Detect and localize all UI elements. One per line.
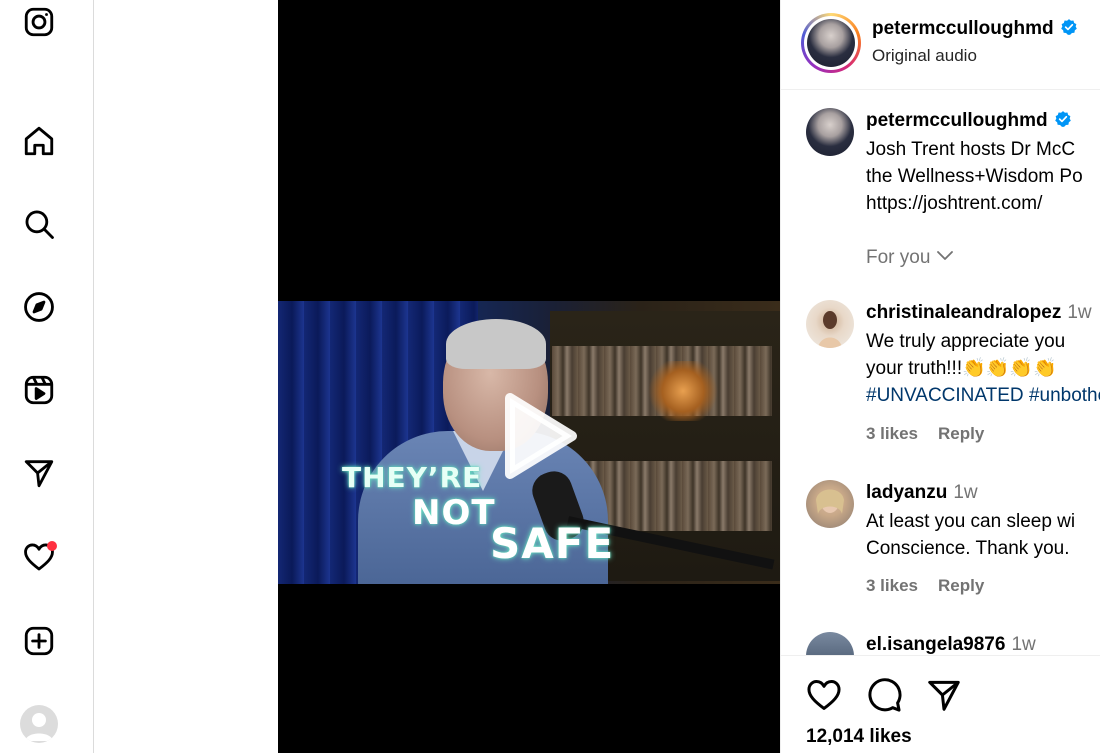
video-overlay-text: NOT [412,493,496,533]
comment-line: We truly appreciate you [866,331,1066,352]
comments-panel: petermcculloughmd Original audio petermc… [780,0,1100,753]
caption-username[interactable]: petermcculloughmd [866,110,1072,132]
create-icon[interactable] [19,621,59,661]
commenter-avatar[interactable] [806,300,854,348]
home-icon[interactable] [19,121,59,161]
notification-badge [47,541,57,551]
reply-button[interactable]: Reply [938,424,984,443]
lamp [648,361,718,421]
comment-line: your truth!!!👏👏👏👏 [866,358,1057,379]
commenter-username[interactable]: el.isangela9876 1w [866,634,1036,656]
chevron-down-icon [937,251,954,260]
commenter-username[interactable]: christinaleandralopez 1w [866,302,1092,324]
hashtag-link[interactable]: #unbothe [1029,385,1100,406]
speaker-hair [446,319,546,369]
reels-icon[interactable] [19,370,59,410]
explore-icon[interactable] [19,287,59,327]
comment-sort-dropdown[interactable]: For you [866,247,954,269]
commenter-username[interactable]: ladyanzu 1w [866,482,978,504]
like-icon[interactable] [805,676,843,714]
profile-avatar[interactable] [20,705,58,743]
comment-time: 1w [1067,302,1092,323]
story-ring[interactable] [801,13,861,73]
messages-icon[interactable] [19,453,59,493]
verified-badge-icon [1054,111,1071,127]
comment-likes[interactable]: 3 likes [866,424,918,443]
caption-text: Josh Trent hosts Dr McC the Wellness+Wis… [866,136,1083,217]
video-overlay-text: SAFE [490,519,615,568]
comment-meta: 3 likes Reply [866,424,1004,444]
caption-line: the Wellness+Wisdom Po [866,166,1083,187]
comment-line: Conscience. Thank you. [866,538,1070,559]
verified-badge-icon [1060,19,1077,35]
share-icon[interactable] [925,676,963,714]
comment-meta: 3 likes Reply [866,576,1004,596]
likes-count[interactable]: 12,014 likes [806,726,912,748]
post-actions: 12,014 likes [781,655,1100,753]
original-audio-link[interactable]: Original audio [872,46,977,66]
comment-time: 1w [953,482,978,503]
author-avatar [807,19,855,67]
author-username[interactable]: petermcculloughmd [872,18,1078,40]
comment-icon[interactable] [865,676,903,714]
comment-time: 1w [1011,634,1036,655]
caption-link[interactable]: https://joshtrent.com/ [866,190,1083,217]
video-overlay-text: THEY’RE [342,461,483,494]
caption-line: Josh Trent hosts Dr McC [866,139,1076,160]
comment-text: We truly appreciate you your truth!!!👏👏👏… [866,328,1100,409]
post-header: petermcculloughmd Original audio [781,0,1100,90]
sort-label: For you [866,247,931,268]
caption-avatar[interactable] [806,108,854,156]
left-nav [0,0,94,753]
comment-line: At least you can sleep wi [866,511,1076,532]
reply-button[interactable]: Reply [938,576,984,595]
hashtag-link[interactable]: #UNVACCINATED [866,385,1024,406]
reel-video[interactable]: THEY’RE NOT SAFE [278,0,780,753]
commenter-avatar[interactable] [806,480,854,528]
instagram-logo-icon[interactable] [19,2,59,42]
search-icon[interactable] [19,204,59,244]
play-button[interactable] [488,390,580,482]
comment-likes[interactable]: 3 likes [866,576,918,595]
notifications-icon[interactable] [19,537,59,577]
blank-area [95,0,278,753]
comment-text: At least you can sleep wi Conscience. Th… [866,508,1075,562]
